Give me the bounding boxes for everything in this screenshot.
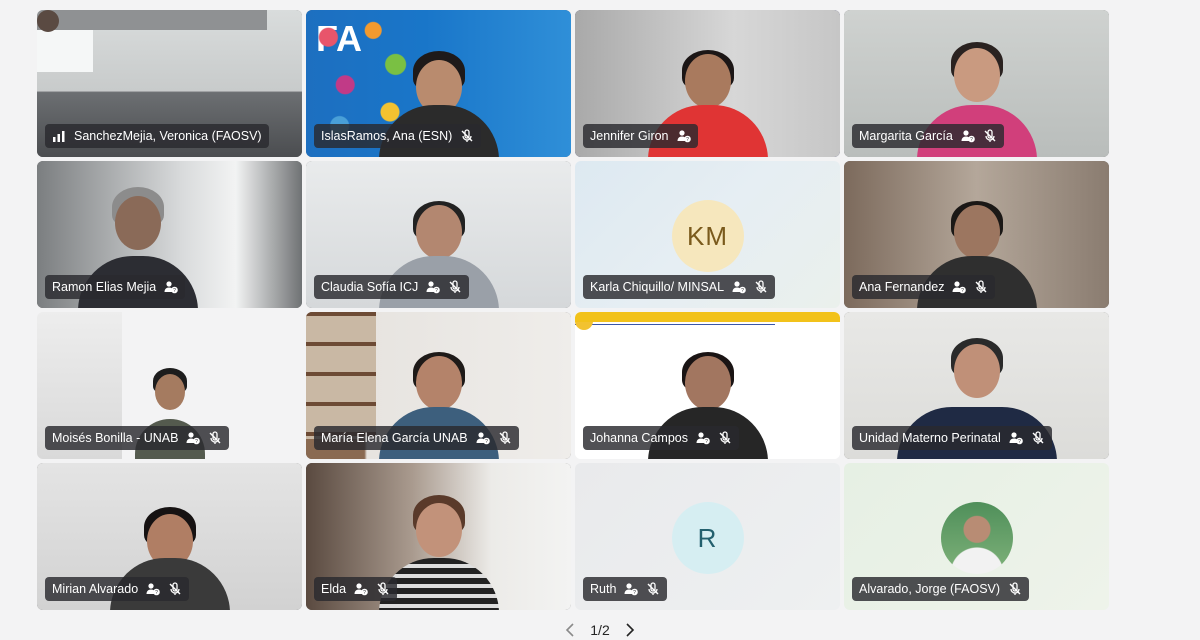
participant-tile[interactable]: KM Karla Chiquillo/ MINSAL ? bbox=[575, 161, 840, 308]
participant-name-chip: IslasRamos, Ana (ESN) bbox=[314, 124, 482, 148]
participant-tile[interactable]: Claudia Sofía ICJ ? bbox=[306, 161, 571, 308]
svg-text:?: ? bbox=[435, 288, 438, 294]
svg-text:?: ? bbox=[705, 439, 708, 445]
participant-name: Johanna Campos bbox=[590, 431, 688, 445]
participant-name: IslasRamos, Ana (ESN) bbox=[321, 129, 453, 143]
guest-icon: ? bbox=[1009, 431, 1023, 445]
gallery-pager: 1/2 bbox=[535, 620, 665, 640]
participant-name: Claudia Sofía ICJ bbox=[321, 280, 419, 294]
avatar: R bbox=[671, 502, 744, 574]
mic-off-icon bbox=[754, 280, 768, 294]
participant-name: Mirian Alvarado bbox=[52, 582, 139, 596]
participant-name: Unidad Materno Perinatal bbox=[859, 431, 1001, 445]
participant-tile[interactable]: Mirian Alvarado ? bbox=[37, 463, 302, 610]
svg-text:?: ? bbox=[962, 288, 965, 294]
participant-name: Ruth bbox=[590, 582, 617, 596]
mic-off-icon bbox=[448, 280, 462, 294]
guest-icon: ? bbox=[732, 280, 746, 294]
participant-tile-active-speaker[interactable]: Jennifer Giron ? bbox=[575, 10, 840, 157]
participant-name-chip: Ramon Elias Mejia ? bbox=[45, 275, 186, 299]
participant-name-chip: Karla Chiquillo/ MINSAL ? bbox=[583, 275, 776, 299]
person-image bbox=[37, 10, 59, 32]
participant-name: Moisés Bonilla - UNAB bbox=[52, 431, 179, 445]
guest-icon: ? bbox=[952, 280, 967, 294]
mic-off-icon bbox=[974, 280, 988, 294]
participant-name: María Elena García UNAB bbox=[321, 431, 468, 445]
participant-tile[interactable]: Margarita García ? bbox=[844, 10, 1109, 157]
mic-off-icon bbox=[983, 129, 997, 143]
guest-icon: ? bbox=[426, 280, 441, 294]
participant-tile[interactable]: Elda ? bbox=[306, 463, 571, 610]
svg-text:?: ? bbox=[1018, 439, 1021, 445]
participant-name: Margarita García bbox=[859, 129, 953, 143]
participant-name-chip: Moisés Bonilla - UNAB ? bbox=[45, 426, 230, 450]
profile-photo-avatar bbox=[940, 502, 1013, 574]
chevron-left-icon[interactable] bbox=[564, 623, 576, 637]
svg-text:?: ? bbox=[155, 590, 158, 596]
participant-name: Karla Chiquillo/ MINSAL bbox=[590, 280, 725, 294]
participant-tile[interactable]: Ana Fernandez ? bbox=[844, 161, 1109, 308]
participant-name: Ramon Elias Mejia bbox=[52, 280, 157, 294]
guest-icon: ? bbox=[476, 431, 490, 445]
guest-icon: ? bbox=[164, 280, 179, 294]
svg-text:?: ? bbox=[363, 590, 366, 596]
participant-tile[interactable]: SanchezMejia, Veronica (FAOSV) bbox=[37, 10, 302, 157]
guest-icon: ? bbox=[146, 582, 160, 596]
participant-name-chip: Claudia Sofía ICJ ? bbox=[314, 275, 470, 299]
page-indicator: 1/2 bbox=[590, 622, 610, 638]
participant-name-chip: Elda ? bbox=[314, 577, 398, 601]
participant-name: Elda bbox=[321, 582, 347, 596]
mic-off-icon bbox=[646, 582, 660, 596]
svg-text:?: ? bbox=[485, 439, 488, 445]
participant-tile[interactable]: María Elena García UNAB ? bbox=[306, 312, 571, 459]
mic-off-icon bbox=[498, 431, 512, 445]
avatar: KM bbox=[671, 200, 744, 272]
participant-name-chip: Johanna Campos ? bbox=[583, 426, 739, 450]
participant-name-chip: María Elena García UNAB ? bbox=[314, 426, 519, 450]
svg-text:?: ? bbox=[173, 288, 176, 294]
chevron-right-icon[interactable] bbox=[624, 623, 636, 637]
participant-name: SanchezMejia, Veronica (FAOSV) bbox=[74, 129, 262, 143]
participant-tile[interactable]: R Ruth ? bbox=[575, 463, 840, 610]
guest-icon: ? bbox=[186, 431, 201, 445]
guest-icon: ? bbox=[354, 582, 368, 596]
participant-tile[interactable]: Ramon Elias Mejia ? bbox=[37, 161, 302, 308]
participant-tile[interactable]: UNIVERSIDAD EVANGÉLICA DE EL SALVADOR Jo… bbox=[575, 312, 840, 459]
desk-image bbox=[37, 10, 267, 30]
svg-text:?: ? bbox=[634, 590, 637, 596]
participant-name-chip: SanchezMejia, Veronica (FAOSV) bbox=[45, 124, 269, 148]
participant-tile[interactable]: FA IslasRamos, Ana (ESN) bbox=[306, 10, 571, 157]
guest-icon: ? bbox=[677, 129, 691, 143]
svg-text:?: ? bbox=[196, 439, 199, 445]
participant-tile[interactable]: Moisés Bonilla - UNAB ? bbox=[37, 312, 302, 459]
signal-icon bbox=[52, 129, 66, 143]
mic-off-icon bbox=[168, 582, 182, 596]
guest-icon: ? bbox=[961, 129, 975, 143]
participant-name-chip: Ana Fernandez ? bbox=[852, 275, 996, 299]
participant-name-chip: Ruth ? bbox=[583, 577, 668, 601]
svg-text:?: ? bbox=[741, 288, 744, 294]
mic-off-icon bbox=[208, 431, 222, 445]
mic-off-icon bbox=[1031, 431, 1045, 445]
participant-name-chip: Margarita García ? bbox=[852, 124, 1004, 148]
participant-name-chip: Jennifer Giron ? bbox=[583, 124, 698, 148]
participant-name-chip: Alvarado, Jorge (FAOSV) bbox=[852, 577, 1030, 601]
mic-off-icon bbox=[460, 129, 474, 143]
mic-off-icon bbox=[1008, 582, 1022, 596]
guest-icon: ? bbox=[696, 431, 710, 445]
svg-text:?: ? bbox=[686, 137, 689, 143]
video-grid: SanchezMejia, Veronica (FAOSV) FA IslasR… bbox=[37, 10, 1109, 610]
svg-text:?: ? bbox=[970, 137, 973, 143]
participant-tile[interactable]: Unidad Materno Perinatal ? bbox=[844, 312, 1109, 459]
participant-name: Ana Fernandez bbox=[859, 280, 945, 294]
mic-off-icon bbox=[718, 431, 732, 445]
guest-icon: ? bbox=[624, 582, 639, 596]
mic-off-icon bbox=[376, 582, 390, 596]
participant-name: Alvarado, Jorge (FAOSV) bbox=[859, 582, 1001, 596]
participant-name-chip: Unidad Materno Perinatal ? bbox=[852, 426, 1052, 450]
participant-name-chip: Mirian Alvarado ? bbox=[45, 577, 190, 601]
participant-name: Jennifer Giron bbox=[590, 129, 669, 143]
participant-tile[interactable]: Alvarado, Jorge (FAOSV) bbox=[844, 463, 1109, 610]
